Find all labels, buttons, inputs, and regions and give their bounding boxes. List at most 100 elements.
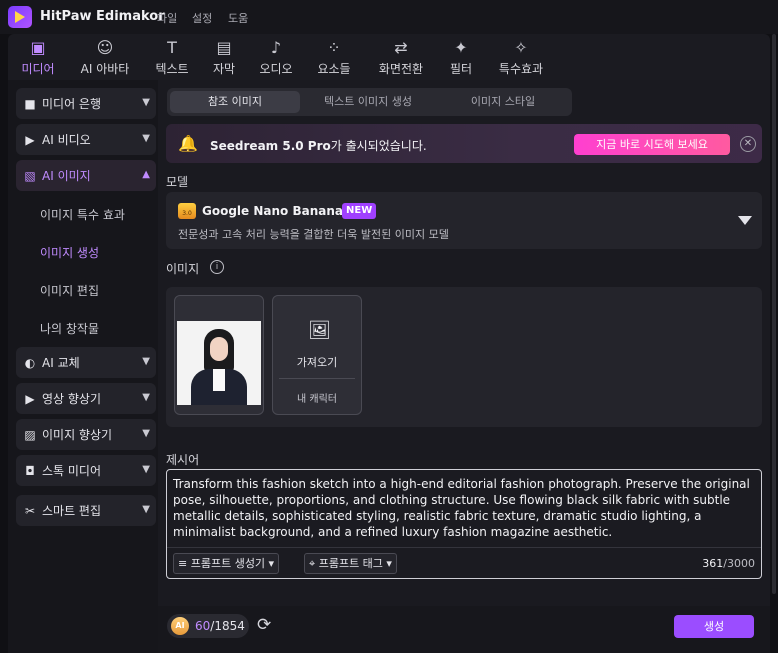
scrollbar-thumb[interactable]: [772, 34, 776, 594]
sidebar-sub-image-generate[interactable]: 이미지 생성: [40, 244, 99, 261]
my-character-button[interactable]: 내 캐릭터: [273, 390, 361, 405]
sidebar-item-stock-media[interactable]: ◘ 스톡 미디어 ▼: [16, 455, 156, 486]
transition-icon: ⇄: [394, 38, 408, 57]
sidebar-sub-image-edit[interactable]: 이미지 편집: [40, 282, 99, 299]
tool-ai-avatar[interactable]: ☺ AI 아바타: [74, 38, 136, 78]
caret-down-icon[interactable]: [738, 216, 752, 225]
import-card: 🖼 가져오기 내 캐릭터: [272, 295, 362, 415]
avatar-icon: ☺: [96, 38, 114, 57]
tag-icon: ⌖: [309, 557, 319, 570]
tool-filter[interactable]: ✦ 필터: [444, 38, 478, 78]
prompt-input[interactable]: Transform this fashion sketch into a hig…: [166, 469, 762, 579]
chevron-up-icon: ▲: [142, 169, 150, 180]
tool-filter-label: 필터: [449, 62, 473, 76]
chevron-down-icon: ▼: [142, 356, 150, 367]
chevron-down-icon: ▾: [382, 557, 392, 570]
sidebar-item-label: 스마트 편집: [42, 504, 102, 518]
filter-icon: ✦: [454, 38, 468, 57]
title-bar: HitPaw Edimakor 파일 설정 도움: [0, 0, 778, 34]
prompt-generator-button[interactable]: ≡ 프롬프트 생성기 ▾: [173, 553, 280, 574]
app-logo-icon: [8, 6, 32, 28]
tool-text[interactable]: T 텍스트: [150, 38, 194, 78]
chevron-down-icon: ▼: [142, 464, 150, 475]
menu-help[interactable]: 도움: [228, 10, 248, 26]
tool-transition[interactable]: ⇄ 화면전환: [372, 38, 430, 78]
sidebar-item-ai-video[interactable]: ▶ AI 비디오 ▼: [16, 124, 156, 155]
chevron-down-icon: ▼: [142, 97, 150, 108]
sidebar-item-label: AI 이미지: [42, 169, 91, 183]
prompt-generator-label: 프롬프트 생성기: [190, 557, 266, 570]
character-count: 361: [702, 557, 724, 570]
sidebar-item-label: 영상 향상기: [42, 392, 102, 406]
model-select[interactable]: 3.0 Google Nano Banana2 NEW 전문성과 고속 처리 능…: [166, 192, 762, 249]
character-max: /3000: [723, 557, 755, 570]
tab-text-to-image[interactable]: 텍스트 이미지 생성: [303, 91, 433, 113]
folder-icon: ■: [24, 96, 36, 111]
sidebar-sub-my-creations[interactable]: 나의 창작물: [40, 320, 99, 337]
tool-audio[interactable]: ♪ 오디오: [254, 38, 298, 78]
sidebar-item-media-bank[interactable]: ■ 미디어 은행 ▼: [16, 88, 156, 119]
tool-subtitle[interactable]: ▤ 자막: [206, 38, 242, 78]
footer-bar: AI 60/1854 ⟳ 생성: [158, 606, 770, 653]
divider: [279, 378, 355, 379]
reference-image-thumbnail[interactable]: [174, 295, 264, 415]
audio-icon: ♪: [270, 38, 282, 57]
tool-elements[interactable]: ⁘ 요소들: [312, 38, 356, 78]
refresh-icon[interactable]: ⟳: [257, 615, 271, 635]
banner-model-name: Seedream 5.0 Pro: [210, 139, 331, 153]
sidebar: ■ 미디어 은행 ▼ ▶ AI 비디오 ▼ ▧ AI 이미지 ▲ 이미지 특수 …: [8, 80, 158, 653]
tool-media[interactable]: ▣ 미디어: [16, 38, 60, 78]
new-badge: NEW: [342, 203, 377, 219]
menu-settings[interactable]: 설정: [192, 10, 212, 26]
sidebar-item-ai-swap[interactable]: ◐ AI 교체 ▼: [16, 347, 156, 378]
generate-button[interactable]: 생성: [674, 615, 754, 638]
chevron-down-icon: ▼: [142, 392, 150, 403]
tool-ai-avatar-label: AI 아바타: [80, 62, 130, 76]
coin-icon: AI: [171, 617, 189, 635]
image-upload-area: 🖼 가져오기 내 캐릭터: [166, 287, 762, 427]
tab-image-style[interactable]: 이미지 스타일: [437, 91, 569, 113]
sidebar-sub-image-effects[interactable]: 이미지 특수 효과: [40, 206, 125, 223]
menu-file[interactable]: 파일: [157, 10, 177, 26]
tool-text-label: 텍스트: [155, 62, 189, 76]
model-name: Google Nano Banana2: [202, 204, 352, 218]
model-section-label: 모델: [166, 175, 189, 189]
sidebar-item-video-enhancer[interactable]: ▶ 영상 향상기 ▼: [16, 383, 156, 414]
main-panel: 참조 이미지 텍스트 이미지 생성 이미지 스타일 🔔 Seedream 5.0…: [158, 80, 770, 653]
main-toolbar: ▣ 미디어 ☺ AI 아바타 T 텍스트 ▤ 자막 ♪ 오디오 ⁘ 요소들 ⇄ …: [8, 34, 770, 80]
mode-tabs: 참조 이미지 텍스트 이미지 생성 이미지 스타일: [167, 88, 572, 116]
effects-icon: ✧: [514, 38, 528, 57]
sidebar-item-label: AI 비디오: [42, 133, 91, 147]
prompt-generator-icon: ≡: [178, 557, 191, 570]
sidebar-item-smart-edit[interactable]: ✂ 스마트 편집 ▼: [16, 495, 156, 526]
sidebar-item-image-enhancer[interactable]: ▨ 이미지 향상기 ▼: [16, 419, 156, 450]
prompt-tags-button[interactable]: ⌖ 프롬프트 태그 ▾: [304, 553, 397, 574]
info-icon[interactable]: i: [210, 260, 224, 274]
text-icon: T: [167, 38, 177, 57]
chevron-down-icon: ▼: [142, 504, 150, 515]
import-button[interactable]: 가져오기: [273, 354, 361, 370]
stock-icon: ◘: [25, 463, 35, 478]
close-icon[interactable]: ✕: [740, 136, 756, 152]
video-enhance-icon: ▶: [25, 391, 35, 406]
sidebar-item-label: 이미지 향상기: [42, 428, 113, 442]
model-logo-icon: 3.0: [178, 203, 196, 219]
try-now-button[interactable]: 지금 바로 시도해 보세요: [574, 134, 730, 155]
reference-photo: [177, 321, 261, 405]
model-logo-text: 3.0: [182, 210, 192, 217]
chevron-down-icon: ▼: [142, 428, 150, 439]
tab-reference-image[interactable]: 참조 이미지: [170, 91, 300, 113]
bell-icon: 🔔: [178, 134, 198, 153]
prompt-text[interactable]: Transform this fashion sketch into a hig…: [173, 476, 755, 540]
tool-effects[interactable]: ✧ 특수효과: [492, 38, 550, 78]
scrollbar[interactable]: [770, 34, 778, 653]
media-icon: ▣: [30, 38, 46, 57]
sidebar-item-ai-image[interactable]: ▧ AI 이미지 ▲: [16, 160, 156, 191]
credits-total: /1854: [210, 619, 245, 633]
app-title: HitPaw Edimakor: [40, 9, 165, 24]
add-image-icon[interactable]: 🖼: [308, 320, 331, 341]
ai-image-icon: ▧: [24, 168, 36, 183]
subtitle-icon: ▤: [216, 38, 232, 57]
character-counter: 361/3000: [702, 557, 755, 570]
credit-count: 60/1854: [195, 619, 245, 633]
